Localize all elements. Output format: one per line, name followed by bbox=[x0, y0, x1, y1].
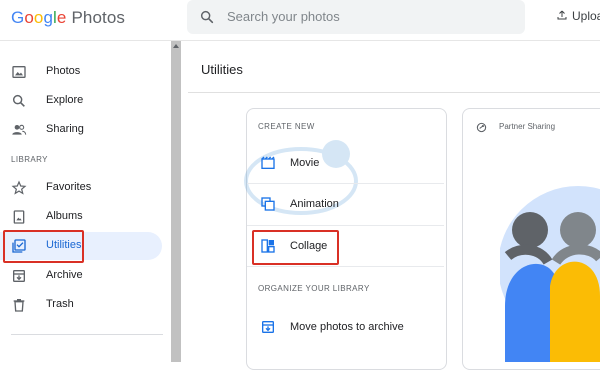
organize-section-label: ORGANIZE YOUR LIBRARY bbox=[258, 284, 370, 293]
sidebar-item-favorites[interactable]: Favorites bbox=[0, 174, 162, 202]
partner-sharing-title: Partner Sharing bbox=[499, 122, 556, 131]
album-icon bbox=[13, 210, 25, 224]
row-divider bbox=[247, 266, 444, 267]
page-title: Utilities bbox=[201, 62, 243, 77]
upload-label: Uploa bbox=[572, 9, 600, 23]
movie-icon bbox=[261, 156, 275, 169]
logo-letter: G bbox=[11, 8, 25, 27]
sidebar-item-explore[interactable]: Explore bbox=[0, 87, 162, 115]
utility-move-to-archive[interactable]: Move photos to archive bbox=[247, 307, 444, 347]
utility-animation[interactable]: Animation bbox=[247, 184, 444, 224]
sidebar-item-label: Sharing bbox=[46, 123, 84, 135]
utility-movie[interactable]: Movie bbox=[247, 143, 444, 183]
logo-letter: o bbox=[24, 8, 34, 27]
sidebar-item-photos[interactable]: Photos bbox=[0, 58, 162, 86]
sidebar-item-label: Photos bbox=[46, 65, 81, 77]
star-icon bbox=[11, 180, 27, 195]
archive-icon bbox=[13, 270, 25, 282]
utility-label: Animation bbox=[290, 198, 339, 210]
sidebar-item-trash[interactable]: Trash bbox=[0, 291, 162, 319]
sidebar-item-archive[interactable]: Archive bbox=[0, 262, 162, 290]
search-bar[interactable]: Search your photos bbox=[187, 0, 525, 34]
sidebar-item-label: Trash bbox=[46, 298, 74, 310]
search-icon bbox=[12, 94, 25, 107]
logo-letter: g bbox=[43, 8, 54, 27]
sidebar-divider bbox=[11, 334, 163, 335]
google-photos-logo[interactable]: Google Photos bbox=[11, 8, 125, 28]
sidebar-scrollbar[interactable] bbox=[171, 41, 181, 362]
partner-sharing-illustration bbox=[500, 186, 600, 362]
logo-product-name: Photos bbox=[71, 8, 125, 27]
top-bar: GooglePhotos Search your photos Uploa bbox=[0, 0, 600, 41]
utility-label: Move photos to archive bbox=[290, 321, 404, 333]
scroll-up-arrow-icon[interactable] bbox=[173, 44, 179, 48]
animation-icon bbox=[261, 197, 275, 211]
search-icon bbox=[200, 10, 214, 24]
sidebar-item-sharing[interactable]: Sharing bbox=[0, 116, 162, 144]
logo-letter: e bbox=[56, 8, 67, 27]
archive-move-icon bbox=[262, 321, 274, 333]
upload-icon bbox=[557, 10, 567, 20]
sidebar-item-label: Favorites bbox=[46, 181, 92, 193]
partner-sharing-icon bbox=[476, 122, 487, 133]
sidebar-item-label: Explore bbox=[46, 94, 84, 106]
photo-icon bbox=[12, 66, 26, 78]
people-icon bbox=[12, 124, 27, 135]
utility-label: Movie bbox=[290, 157, 320, 169]
library-section-label: LIBRARY bbox=[11, 155, 48, 164]
collage-highlight-box bbox=[252, 230, 339, 265]
utilities-highlight-box bbox=[3, 230, 84, 263]
sidebar-item-label: Albums bbox=[46, 210, 83, 222]
title-divider bbox=[188, 92, 600, 93]
sidebar-item-albums[interactable]: Albums bbox=[0, 203, 162, 231]
upload-button[interactable]: Uploa bbox=[556, 9, 600, 23]
trash-icon bbox=[13, 299, 25, 312]
search-input[interactable]: Search your photos bbox=[227, 9, 340, 24]
sidebar-item-label: Archive bbox=[46, 269, 83, 281]
